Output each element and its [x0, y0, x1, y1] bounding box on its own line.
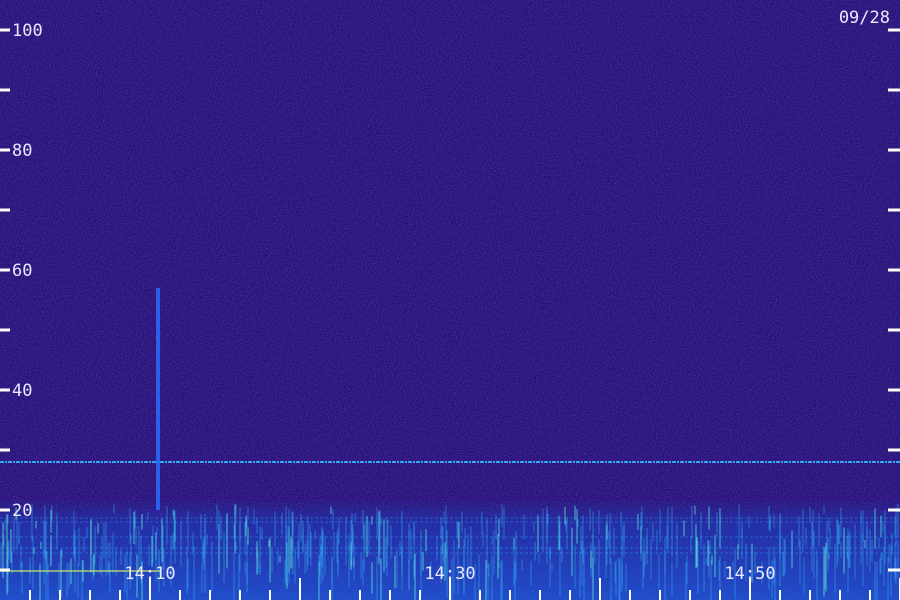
y-tick-label: 80 — [12, 141, 32, 161]
y-tick-label: 40 — [12, 381, 32, 401]
y-tick-label: 20 — [12, 501, 32, 521]
spectrogram-panel: 20 40 60 80 100 14:10 14:30 14:50 09/28 — [0, 0, 900, 600]
x-tick-label: 14:50 — [724, 564, 775, 584]
date-label: 09/28 — [839, 8, 890, 28]
spectrogram-chart: 20 40 60 80 100 14:10 14:30 14:50 09/28 — [0, 0, 900, 600]
y-tick-label: 60 — [12, 261, 32, 281]
y-tick-label: 100 — [12, 21, 43, 41]
x-tick-label: 14:10 — [124, 564, 175, 584]
x-tick-label: 14:30 — [424, 564, 475, 584]
